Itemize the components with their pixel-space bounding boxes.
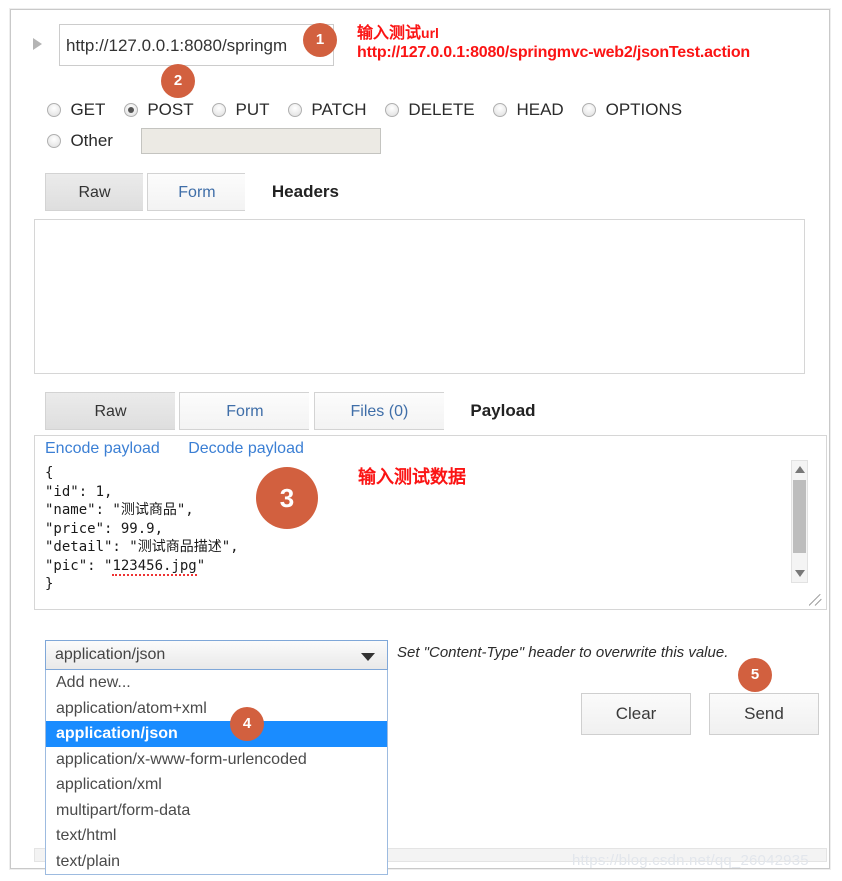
- content-type-selected-value: application/json: [55, 646, 166, 663]
- step-badge-3: 3: [256, 467, 318, 529]
- triangle-right-icon[interactable]: [33, 38, 42, 50]
- method-radio-get[interactable]: GET: [47, 100, 105, 120]
- content-type-option[interactable]: text/plain: [46, 849, 387, 875]
- method-label: Other: [70, 131, 113, 150]
- http-method-other-row: Other: [47, 128, 382, 154]
- radio-dot-icon: [384, 103, 399, 117]
- method-label: HEAD: [516, 100, 564, 119]
- headers-section-title: Headers: [271, 182, 340, 201]
- method-label: PUT: [235, 100, 270, 119]
- clear-button[interactable]: Clear: [581, 693, 691, 735]
- payload-line: "detail": "测试商品描述",: [45, 539, 239, 555]
- tab-headers-form[interactable]: Form: [147, 173, 246, 211]
- payload-tabbar: Raw Form Files (0) Payload: [45, 392, 536, 430]
- content-type-option[interactable]: application/xml: [46, 772, 387, 798]
- http-method-radio-group: GET POST PUT PATCH DELETE HEAD OPTIONS: [47, 100, 787, 120]
- decode-payload-link[interactable]: Decode payload: [188, 440, 304, 457]
- resize-grip-icon[interactable]: [809, 592, 824, 607]
- encode-payload-link[interactable]: Encode payload: [45, 440, 160, 457]
- radio-dot-icon: [123, 103, 138, 117]
- send-button[interactable]: Send: [709, 693, 819, 735]
- scroll-up-icon[interactable]: [795, 466, 805, 473]
- headers-textarea[interactable]: [34, 219, 805, 374]
- method-radio-other[interactable]: Other: [47, 131, 113, 151]
- method-radio-patch[interactable]: PATCH: [287, 100, 367, 120]
- watermark: https://blog.csdn.net/qq_26042935: [572, 852, 809, 869]
- step-badge-2: 2: [161, 64, 195, 98]
- annotation-url-label-suffix: url: [421, 25, 439, 41]
- tab-payload-files[interactable]: Files (0): [313, 392, 444, 430]
- method-label: DELETE: [408, 100, 475, 119]
- method-radio-put[interactable]: PUT: [212, 100, 270, 120]
- headers-tabbar: Raw Form Headers: [45, 173, 339, 211]
- content-type-option[interactable]: multipart/form-data: [46, 798, 387, 824]
- content-type-option[interactable]: application/x-www-form-urlencoded: [46, 747, 387, 773]
- radio-dot-icon: [582, 103, 597, 117]
- step-badge-1: 1: [303, 23, 337, 57]
- content-type-hint: Set "Content-Type" header to overwrite t…: [397, 644, 729, 661]
- annotation-url-label: 输入测试url: [357, 19, 439, 43]
- radio-dot-icon: [47, 103, 61, 117]
- payload-scrollbar[interactable]: [791, 460, 808, 583]
- annotation-url-full: http://127.0.0.1:8080/springmvc-web2/jso…: [357, 44, 750, 61]
- tab-payload-raw[interactable]: Raw: [45, 392, 175, 430]
- payload-encode-decode-links: Encode payload Decode payload: [45, 440, 328, 458]
- payload-panel: Encode payload Decode payload {"id": 1, "…: [34, 435, 827, 610]
- content-type-option[interactable]: text/html: [46, 823, 387, 849]
- chevron-down-icon[interactable]: [361, 653, 375, 661]
- radio-dot-icon: [493, 103, 508, 117]
- method-radio-post[interactable]: POST: [123, 100, 194, 120]
- tab-payload-form[interactable]: Form: [179, 392, 310, 430]
- url-input[interactable]: http://127.0.0.1:8080/springm: [59, 24, 334, 66]
- radio-dot-icon: [287, 103, 302, 117]
- method-label: PATCH: [311, 100, 367, 119]
- content-type-select[interactable]: application/json: [45, 640, 388, 670]
- content-type-option[interactable]: application/atom+xml: [46, 696, 387, 722]
- step-badge-4: 4: [230, 707, 264, 741]
- rest-client-window: http://127.0.0.1:8080/springm GET POST P…: [10, 9, 830, 875]
- payload-line: "price": 99.9,: [45, 520, 164, 537]
- method-radio-delete[interactable]: DELETE: [384, 100, 475, 120]
- payload-line: }: [45, 576, 54, 592]
- radio-dot-icon: [47, 134, 61, 148]
- annotation-payload-label: 输入测试数据: [358, 467, 466, 487]
- payload-line: "pic": "123456.jpg": [45, 557, 206, 576]
- payload-line: "name": "测试商品",: [45, 502, 194, 518]
- scroll-down-icon[interactable]: [795, 570, 805, 577]
- scrollbar-thumb[interactable]: [793, 480, 806, 553]
- method-radio-options[interactable]: OPTIONS: [582, 100, 682, 120]
- content-type-option-list[interactable]: Add new... application/atom+xml applicat…: [45, 670, 388, 875]
- method-label: GET: [70, 100, 106, 119]
- annotation-url-label-cn: 输入测试: [357, 25, 422, 42]
- step-badge-5: 5: [738, 658, 772, 692]
- payload-section-title: Payload: [470, 401, 536, 420]
- content-type-option[interactable]: Add new...: [46, 670, 387, 696]
- radio-dot-icon: [212, 103, 227, 117]
- tab-headers-raw[interactable]: Raw: [45, 173, 143, 211]
- spellcheck-underline: 123456.jpg: [112, 557, 197, 576]
- method-label: OPTIONS: [605, 100, 683, 119]
- method-other-input[interactable]: [141, 128, 382, 154]
- method-label: POST: [147, 100, 194, 119]
- method-radio-head[interactable]: HEAD: [493, 100, 564, 120]
- content-type-option-selected[interactable]: application/json: [46, 721, 387, 747]
